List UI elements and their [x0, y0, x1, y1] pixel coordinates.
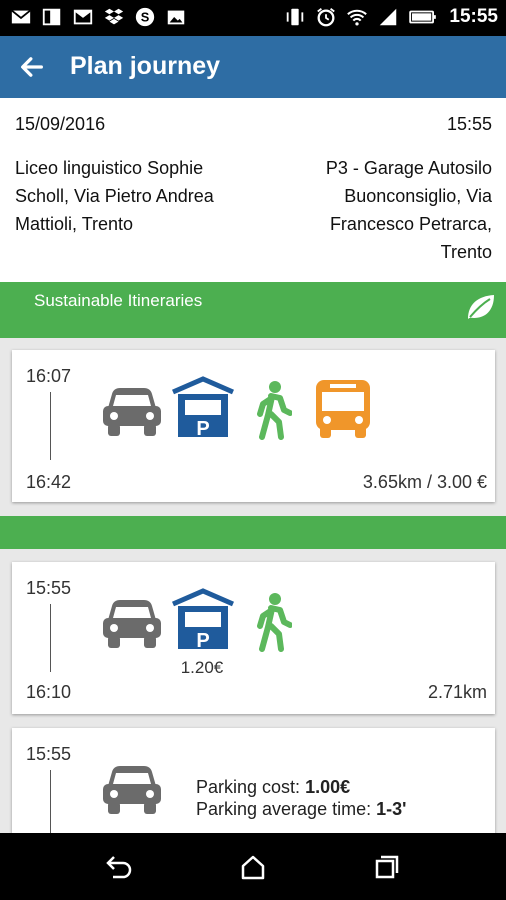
svg-text:S: S — [141, 10, 150, 25]
system-icons: 15:55 — [284, 6, 498, 28]
parking-cost-label: 1.20€ — [180, 658, 224, 677]
home-nav-icon — [241, 855, 265, 880]
svg-text:P: P — [196, 418, 209, 438]
sustainable-itineraries-label: Sustainable Itineraries — [34, 291, 203, 310]
itinerary-card[interactable]: 16:07 16:42 P 3.65km / 3.00 € — [12, 350, 495, 502]
alarm-icon — [317, 8, 336, 27]
svg-text:P: P — [196, 630, 209, 650]
status-time: 15:55 — [449, 6, 498, 27]
itineraries-section-banner — [0, 516, 506, 549]
journey-origin: Liceo linguistico Sophie Scholl, Via Pie… — [15, 158, 214, 234]
back-nav-button[interactable] — [102, 850, 136, 884]
arrow-left-icon — [21, 57, 43, 77]
journey-destination: P3 - Garage Autosilo Buonconsiglio, Via … — [325, 158, 492, 262]
itinerary-card[interactable]: 15:55 16:10 P 1.20€ 2.71km — [12, 562, 495, 714]
parking-info: Parking cost: 1.00€ Parking average time… — [196, 776, 406, 820]
itinerary-end-time: 16:10 — [26, 682, 72, 702]
itinerary-distance: 2.71km — [427, 682, 487, 702]
notification-icons: S — [10, 6, 187, 28]
car-icon — [103, 766, 161, 814]
timeline — [50, 604, 51, 672]
skype-icon: S — [135, 7, 155, 27]
itinerary-distance-cost: 3.65km / 3.00 € — [362, 472, 487, 492]
notes-icon — [42, 8, 61, 26]
recents-nav-icon — [375, 855, 399, 879]
parking-icon: P — [172, 588, 234, 650]
itinerary-start-time: 16:07 — [26, 366, 72, 386]
status-bar: S 15:55 — [0, 0, 506, 36]
sustainable-itineraries-banner: Sustainable Itineraries — [0, 282, 506, 338]
dropbox-icon — [104, 8, 124, 25]
parking-cost-label: Parking cost: — [196, 777, 301, 797]
gmail-icon — [73, 9, 93, 25]
parking-cost-row: Parking cost: 1.00€ — [196, 776, 406, 798]
bus-icon — [316, 380, 370, 438]
itinerary-start-time: 15:55 — [26, 744, 72, 764]
leaf-icon — [468, 295, 494, 319]
parking-time-label: Parking average time: — [196, 799, 372, 819]
mail-icon — [11, 9, 31, 24]
signal-icon — [380, 8, 397, 26]
vibrate-icon — [287, 8, 304, 26]
journey-date: 15/09/2016 — [15, 114, 106, 134]
itinerary-card[interactable]: 15:55 Parking cost: 1.00€ Parking averag… — [12, 728, 495, 850]
itinerary-start-time: 15:55 — [26, 578, 72, 598]
walk-icon — [257, 593, 292, 652]
journey-summary: 15/09/2016 15:55 Liceo linguistico Sophi… — [0, 98, 506, 282]
wifi-icon — [347, 9, 368, 26]
back-nav-icon — [106, 856, 132, 879]
home-nav-button[interactable] — [236, 850, 270, 884]
parking-time-value: 1-3' — [376, 799, 407, 819]
journey-time: 15:55 — [446, 114, 492, 134]
parking-cost-value: 1.00€ — [305, 777, 351, 797]
page-title: Plan journey — [70, 52, 221, 80]
recents-nav-button[interactable] — [370, 850, 404, 884]
image-icon — [167, 10, 185, 25]
parking-icon: P — [172, 376, 234, 438]
app-bar: Plan journey — [0, 36, 506, 98]
car-icon — [103, 600, 161, 648]
car-icon — [103, 388, 161, 436]
navigation-bar — [0, 833, 506, 900]
walk-icon — [257, 381, 292, 440]
timeline — [50, 392, 51, 460]
back-button[interactable] — [12, 49, 52, 85]
itinerary-end-time: 16:42 — [26, 472, 72, 492]
parking-time-row: Parking average time: 1-3' — [196, 798, 406, 820]
battery-icon — [409, 10, 437, 24]
